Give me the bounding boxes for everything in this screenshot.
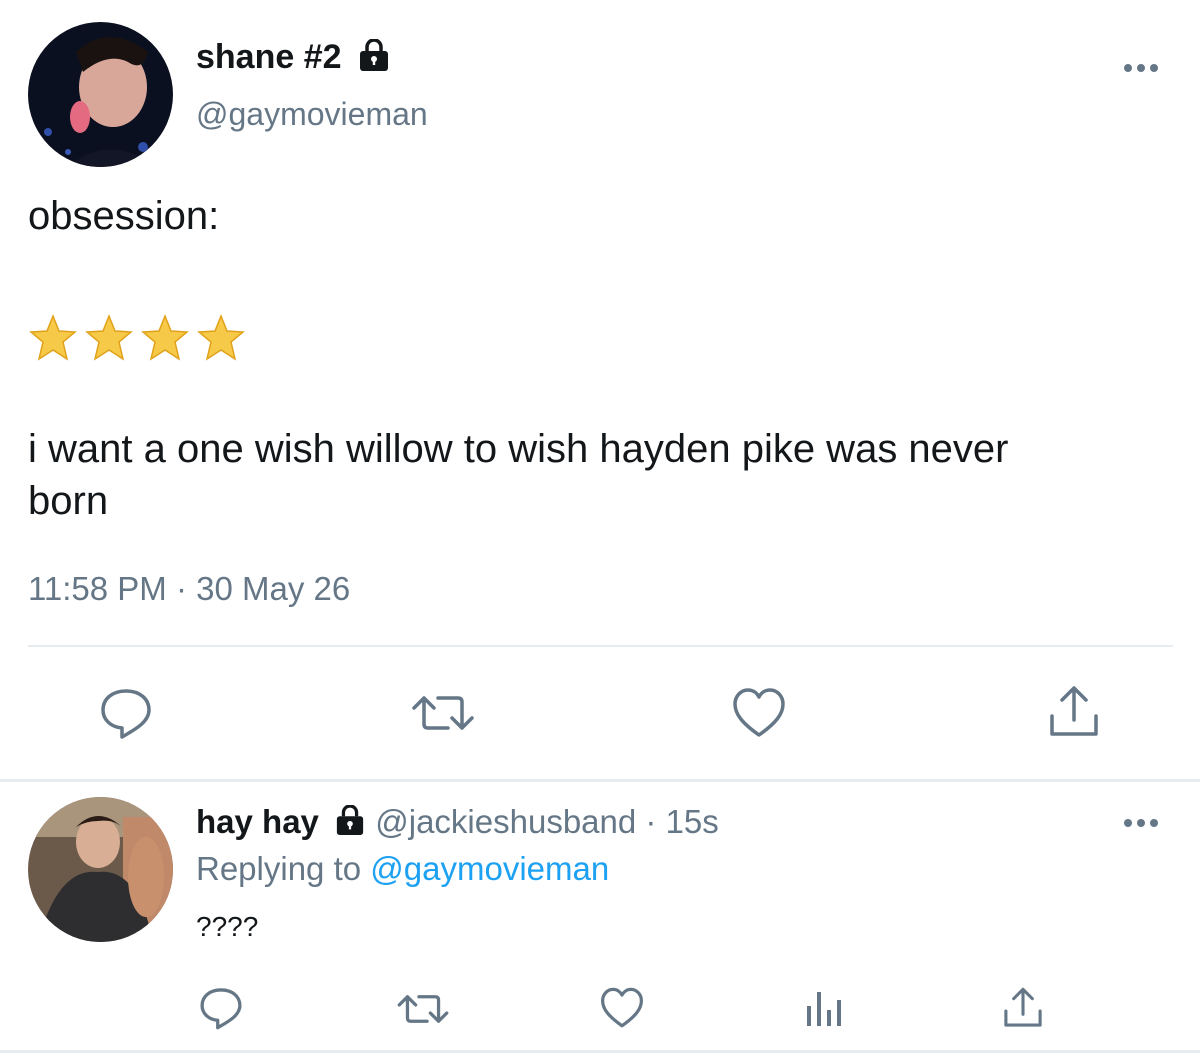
reply-icon[interactable] xyxy=(98,685,154,746)
star-icon xyxy=(141,314,189,361)
like-icon[interactable] xyxy=(732,687,786,744)
display-name[interactable]: shane #2 xyxy=(196,37,391,80)
divider xyxy=(28,645,1173,647)
reply-icon[interactable] xyxy=(198,985,244,1036)
tweet-text-line: obsession: xyxy=(28,194,220,238)
replying-to-label: Replying to xyxy=(196,850,371,887)
star-icon xyxy=(197,314,245,361)
share-icon[interactable] xyxy=(1047,684,1101,745)
reply-text: ???? xyxy=(196,911,259,942)
display-name[interactable]: hay hay xyxy=(196,803,319,840)
share-icon[interactable] xyxy=(1002,986,1044,1035)
retweet-icon[interactable] xyxy=(410,690,476,741)
like-icon[interactable] xyxy=(600,987,644,1034)
star-icon xyxy=(85,314,133,361)
display-name-text: shane #2 xyxy=(196,38,342,76)
lock-icon xyxy=(357,37,391,80)
tweet-text-line: i want a one wish willow to wish hayden … xyxy=(28,427,1009,471)
handle[interactable]: @gaymovieman xyxy=(196,96,428,133)
divider xyxy=(0,779,1200,782)
retweet-icon[interactable] xyxy=(396,990,450,1033)
avatar[interactable] xyxy=(28,22,173,167)
tweet-timestamp[interactable]: 11:58 PM · 30 May 26 xyxy=(28,570,350,608)
lock-icon xyxy=(334,804,366,843)
mention-link[interactable]: @gaymovieman xyxy=(370,850,609,887)
replying-to: Replying to @gaymovieman xyxy=(196,850,609,888)
analytics-icon[interactable] xyxy=(804,988,844,1033)
tweet-text-line: born xyxy=(28,479,109,523)
star-icon xyxy=(29,314,77,361)
time-ago[interactable]: 15s xyxy=(666,803,719,840)
handle[interactable]: @jackieshusband xyxy=(375,803,636,840)
more-options-icon[interactable] xyxy=(1122,815,1162,836)
reply-header: hay hay @jackieshusband · 15s xyxy=(196,803,719,843)
tweet-detail-page: shane #2 @gaymovieman obsession: i want … xyxy=(0,0,1200,1055)
divider xyxy=(0,1050,1200,1053)
more-options-icon[interactable] xyxy=(1122,60,1162,81)
avatar[interactable] xyxy=(28,797,173,942)
separator: · xyxy=(636,803,666,840)
star-rating xyxy=(28,314,246,362)
